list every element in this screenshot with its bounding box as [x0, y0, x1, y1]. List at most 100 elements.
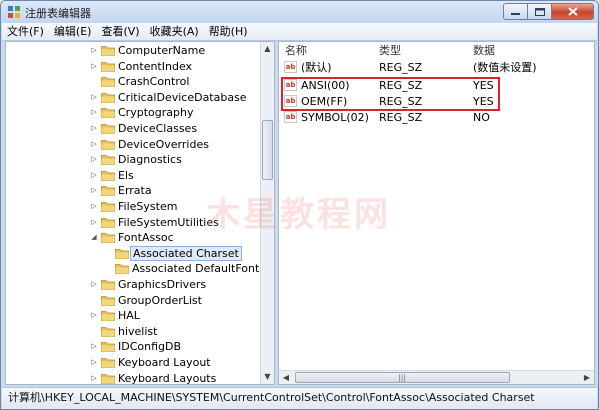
tree-item-label: Keyboard Layouts: [118, 371, 217, 385]
expand-arrow-icon[interactable]: ▷: [90, 168, 98, 183]
expand-arrow-icon[interactable]: ▷: [90, 199, 98, 214]
expand-arrow-icon[interactable]: ▷: [90, 137, 98, 152]
expand-arrow-icon[interactable]: ▷: [90, 183, 98, 198]
tree-item-label: DeviceOverrides: [118, 137, 209, 151]
folder-icon: [101, 295, 115, 306]
expand-arrow-icon[interactable]: ▷: [90, 308, 98, 323]
tree-item-label: DeviceClasses: [118, 122, 198, 135]
folder-icon: [101, 155, 115, 166]
value-data: (数值未设置): [473, 61, 537, 74]
tree-item-label: IDConfigDB: [118, 340, 182, 354]
tree-item[interactable]: ▷ ComputerName: [6, 43, 262, 58]
expand-arrow-icon[interactable]: ▷: [90, 277, 98, 292]
value-type: REG_SZ: [379, 111, 423, 124]
tree-item[interactable]: ▷ HAL: [6, 308, 262, 323]
column-header-name[interactable]: 名称: [285, 42, 307, 59]
tree-item[interactable]: ▷ DeviceClasses: [6, 121, 262, 136]
scroll-right-icon[interactable]: ▶: [580, 371, 594, 384]
minimize-icon: [511, 13, 520, 15]
registry-icon: [8, 6, 20, 18]
values-horizontal-scrollbar[interactable]: ◀ ||| ▶: [279, 370, 594, 384]
scroll-thumb[interactable]: |||: [295, 372, 510, 383]
tree-vertical-scrollbar[interactable]: ▲ ▼: [260, 42, 274, 384]
value-name: SYMBOL(02): [301, 111, 369, 124]
menu-file[interactable]: 文件(F): [2, 23, 49, 41]
folder-icon: [101, 124, 115, 134]
tree-item[interactable]: ▷ GraphicsDrivers: [6, 277, 262, 292]
tree-item[interactable]: ▷ FileSystem: [6, 199, 262, 214]
scroll-down-icon[interactable]: ▼: [261, 370, 274, 384]
collapse-arrow-icon[interactable]: ◢: [90, 230, 98, 245]
title-bar[interactable]: 注册表编辑器: [1, 1, 598, 23]
tree-item-label: ContentIndex: [118, 59, 193, 73]
value-row[interactable]: ab (默认) REG_SZ (数值未设置): [279, 59, 594, 76]
scroll-left-icon[interactable]: ◀: [279, 371, 293, 384]
maximize-icon: [534, 7, 545, 16]
tree-item-label: CrashControl: [118, 75, 190, 89]
tree-item[interactable]: ▷ FileSystemUtilities: [6, 215, 262, 230]
value-row[interactable]: ab SYMBOL(02) REG_SZ NO: [279, 109, 594, 126]
menu-bar: 文件(F) 编辑(E) 查看(V) 收藏夹(A) 帮助(H): [2, 23, 597, 41]
tree-item[interactable]: ▷ CriticalDeviceDatabase: [6, 90, 262, 105]
tree-item-label: CriticalDeviceDatabase: [118, 90, 247, 104]
expand-arrow-icon[interactable]: ▷: [90, 152, 98, 167]
tree-item[interactable]: ▷ Cryptography: [6, 105, 262, 120]
expand-arrow-icon[interactable]: ▷: [90, 59, 98, 74]
folder-icon: [101, 358, 115, 368]
close-icon: [567, 7, 578, 16]
folder-icon: [101, 217, 115, 228]
folder-icon: [101, 233, 115, 244]
tree-item[interactable]: GroupOrderList: [6, 293, 262, 308]
tree-item[interactable]: ▷ IDConfigDB: [6, 339, 262, 354]
folder-icon: [101, 311, 115, 322]
maximize-button[interactable]: [528, 3, 552, 20]
close-button[interactable]: [552, 3, 594, 20]
tree-item-label: ComputerName: [118, 44, 206, 57]
tree-item[interactable]: ▷ Keyboard Layouts: [6, 371, 262, 385]
tree-item[interactable]: ▷ Els: [6, 168, 262, 183]
menu-favorites[interactable]: 收藏夹(A): [145, 23, 204, 41]
column-header-data[interactable]: 数据: [473, 42, 495, 59]
status-path: 计算机\HKEY_LOCAL_MACHINE\SYSTEM\CurrentCon…: [8, 391, 535, 404]
expand-arrow-icon[interactable]: ▷: [90, 121, 98, 136]
status-bar: 计算机\HKEY_LOCAL_MACHINE\SYSTEM\CurrentCon…: [2, 387, 597, 409]
registry-editor-window: 注册表编辑器 文件(F) 编辑(E) 查看(V) 收藏夹(A) 帮助(H) ▷ K…: [0, 0, 599, 410]
expand-arrow-icon[interactable]: ▷: [90, 43, 98, 58]
scroll-up-icon[interactable]: ▲: [261, 42, 274, 56]
tree-item[interactable]: CrashControl: [6, 74, 262, 89]
expand-arrow-icon[interactable]: ▷: [90, 90, 98, 105]
tree-item[interactable]: Associated DefaultFonts: [6, 261, 265, 276]
tree-item[interactable]: ▷ Errata: [6, 183, 262, 198]
highlight-box: [281, 77, 500, 111]
tree-item-label: GroupOrderList: [118, 293, 202, 307]
tree-item-label: FileSystem: [118, 200, 178, 213]
expand-arrow-icon[interactable]: ▷: [90, 105, 98, 120]
folder-icon: [101, 46, 115, 56]
column-header-type[interactable]: 类型: [379, 42, 401, 59]
values-pane[interactable]: 名称 类型 数据 ab (默认) REG_SZ (数值未设置) ab ANSI(…: [278, 41, 595, 385]
scroll-thumb[interactable]: [262, 120, 273, 180]
tree-item[interactable]: ▷ Diagnostics: [6, 152, 262, 167]
menu-help[interactable]: 帮助(H): [204, 23, 253, 41]
expand-arrow-icon[interactable]: ▷: [90, 215, 98, 230]
expand-arrow-icon[interactable]: ▷: [90, 339, 98, 354]
key-tree-pane[interactable]: ▷ Keyboard Layouts ▷ Keyboard Layout ▷ IDConf…: [5, 41, 275, 385]
string-value-icon: ab: [284, 111, 297, 123]
tree-item[interactable]: Associated Charset: [6, 245, 262, 261]
tree-item-label: Errata: [118, 184, 152, 198]
window-title: 注册表编辑器: [25, 7, 91, 20]
expand-arrow-icon[interactable]: ▷: [90, 371, 98, 384]
expand-arrow-icon[interactable]: ▷: [90, 355, 98, 370]
tree-item[interactable]: ▷ ContentIndex: [6, 59, 262, 74]
folder-icon: [101, 139, 115, 150]
tree-item[interactable]: ▷ DeviceOverrides: [6, 137, 262, 152]
value-type: REG_SZ: [379, 61, 423, 74]
folder-icon: [101, 92, 115, 103]
minimize-button[interactable]: [503, 3, 528, 20]
menu-edit[interactable]: 编辑(E): [49, 23, 97, 41]
menu-view[interactable]: 查看(V): [96, 23, 144, 41]
tree-item[interactable]: hivelist: [6, 324, 262, 339]
tree-item-label: Associated DefaultFonts: [132, 262, 265, 276]
tree-item[interactable]: ◢ FontAssoc: [6, 230, 262, 245]
tree-item[interactable]: ▷ Keyboard Layout: [6, 355, 262, 370]
